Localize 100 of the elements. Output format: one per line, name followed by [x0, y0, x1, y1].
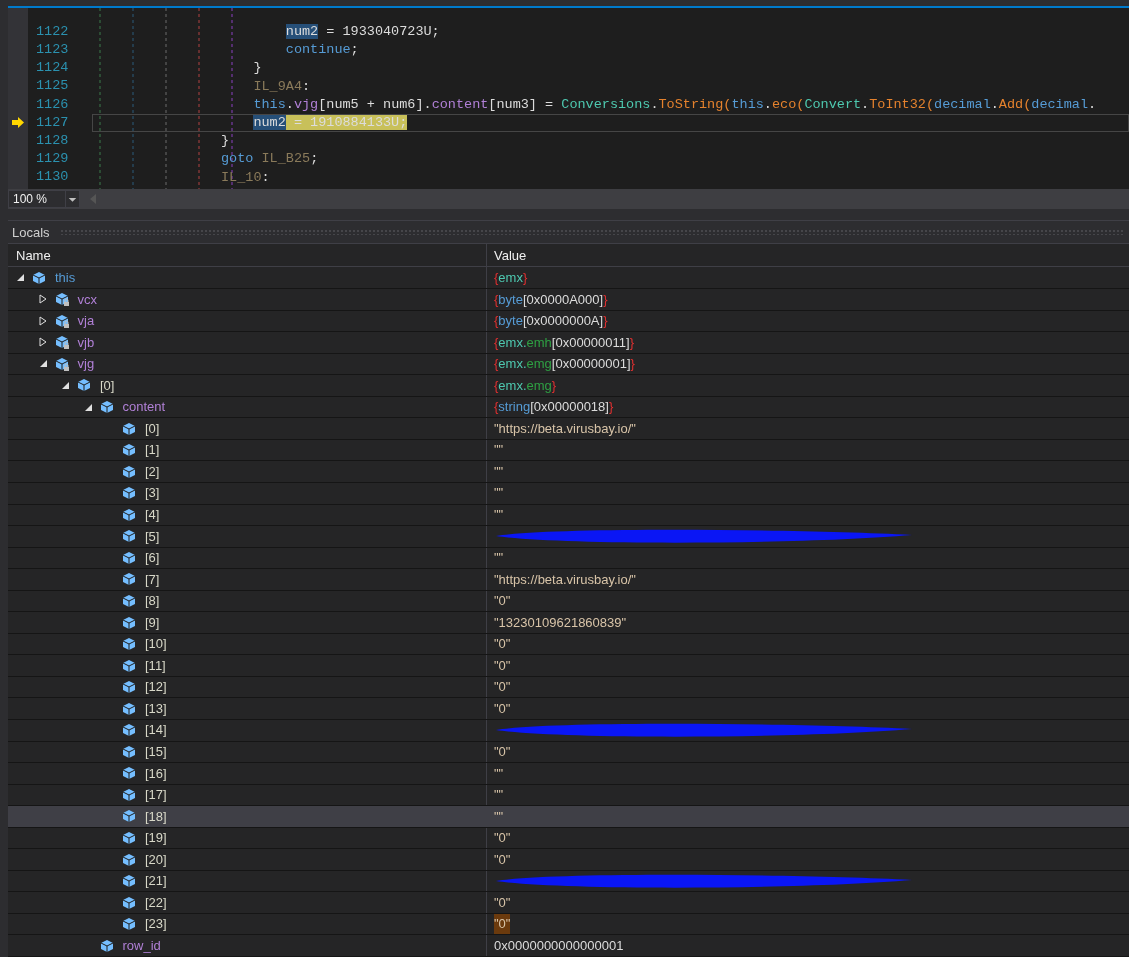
locals-row[interactable]: [5] — [8, 526, 1129, 548]
field-cube-icon — [121, 592, 137, 609]
variable-value: "0" — [494, 850, 511, 869]
code-editor[interactable] — [28, 7, 1129, 189]
collapsed-arrow-icon[interactable] — [38, 337, 47, 348]
variable-name: [2] — [145, 462, 160, 481]
variable-value: "0" — [494, 829, 511, 848]
locals-row[interactable]: [8] "0" — [8, 590, 1129, 613]
variable-name: [23] — [145, 915, 167, 934]
variable-name: [4] — [145, 506, 160, 524]
locals-row[interactable]: [12] "0" — [8, 676, 1129, 699]
field-cube-icon — [121, 700, 137, 717]
locals-row[interactable]: [18] "" — [8, 806, 1129, 828]
expanded-arrow-icon[interactable] — [61, 381, 70, 390]
variable-value: "" — [494, 441, 504, 460]
code-line: this.vjg[num5 + num6].content[num3] = Conversions.ToString(this.eco(Convert.ToInt32(decimal.Add(decimal. — [252, 95, 1098, 114]
code-line: } — [252, 59, 263, 78]
locals-row[interactable]: [1] "" — [8, 439, 1129, 462]
field-cube-icon — [121, 614, 137, 631]
variable-name: [14] — [145, 721, 167, 740]
variable-name: row_id — [122, 936, 161, 955]
locals-row[interactable]: [11] "0" — [8, 655, 1129, 677]
variable-value: "" — [494, 549, 504, 568]
variable-name: [1] — [145, 441, 160, 460]
locals-row[interactable]: [2] "" — [8, 461, 1129, 483]
line-number: 1122 — [35, 22, 70, 41]
code-line: continue; — [284, 41, 360, 60]
zoom-dropdown[interactable]: 100 % — [8, 189, 80, 208]
column-header[interactable]: Value — [487, 244, 1129, 267]
variable-name: vjg — [77, 355, 95, 374]
variable-value: {byte[0x0000A000]} — [494, 290, 608, 309]
variable-name: [22] — [145, 893, 167, 912]
variable-name: [13] — [145, 699, 167, 718]
variable-value: "0" — [494, 678, 511, 697]
field-cube-icon — [121, 873, 137, 890]
dropdown-caret-icon[interactable] — [65, 190, 79, 207]
variable-value: "13230109621860839" — [494, 613, 627, 632]
code-line: IL_9A4: — [252, 77, 312, 96]
locals-row[interactable]: [19] "0" — [8, 827, 1129, 850]
variable-value: "" — [494, 764, 504, 783]
variable-value: {emx.emh[0x00000011]} — [494, 333, 634, 352]
current-line-arrow-icon — [11, 117, 25, 129]
variable-name: [17] — [145, 786, 167, 805]
locals-row[interactable]: this {emx} — [8, 267, 1129, 290]
variable-name: [18] — [145, 807, 167, 826]
variable-name: [7] — [145, 570, 160, 589]
code-line: } — [220, 132, 231, 151]
locals-row[interactable]: vjb {emx.emh[0x00000011]} — [8, 332, 1129, 354]
locals-row[interactable]: [13] "0" — [8, 698, 1129, 720]
variable-name: vcx — [77, 290, 97, 309]
variable-name: [20] — [145, 850, 167, 869]
locals-row[interactable]: [10] "0" — [8, 633, 1129, 656]
locals-row[interactable]: content {string[0x00000018]} — [8, 396, 1129, 419]
variable-name: [10] — [145, 635, 167, 654]
variable-name: [12] — [145, 678, 167, 697]
locals-row[interactable]: vja {byte[0x0000000A]} — [8, 310, 1129, 333]
field-cube-icon — [121, 679, 137, 696]
line-number: 1126 — [35, 95, 70, 114]
variable-value: "" — [494, 807, 504, 826]
locals-row[interactable]: [0] "https://beta.virusbay.io/" — [8, 418, 1129, 440]
variable-name: [9] — [145, 613, 160, 632]
locals-row[interactable]: [16] "" — [8, 763, 1129, 785]
field-cube-icon — [121, 916, 137, 933]
line-number: 1130 — [35, 168, 70, 187]
collapsed-arrow-icon[interactable] — [38, 294, 47, 305]
field-cube-icon — [121, 463, 137, 480]
expanded-arrow-icon[interactable] — [38, 359, 48, 369]
expanded-arrow-icon[interactable] — [83, 402, 93, 412]
locals-row[interactable]: vcx {byte[0x0000A000]} — [8, 289, 1129, 311]
locals-row[interactable]: [0] {emx.emg} — [8, 375, 1129, 397]
field-cube-icon — [121, 657, 137, 674]
locals-row[interactable]: [20] "0" — [8, 849, 1129, 871]
locals-row[interactable]: [15] "0" — [8, 741, 1129, 764]
locals-row[interactable]: [23] "0" — [8, 913, 1129, 936]
collapsed-arrow-icon[interactable] — [38, 315, 47, 326]
variable-value: "0" — [494, 635, 511, 654]
field-cube-icon — [121, 485, 137, 502]
field-cube-icon — [121, 765, 137, 782]
line-number: 1125 — [35, 77, 70, 96]
field-cube-icon — [121, 528, 137, 545]
locals-row[interactable]: [4] "" — [8, 504, 1129, 527]
locals-row[interactable]: [14] — [8, 719, 1129, 742]
locals-row[interactable]: [7] "https://beta.virusbay.io/" — [8, 569, 1129, 591]
field-cube-icon — [121, 743, 137, 760]
field-cube-icon — [121, 851, 137, 868]
private-field-icon — [53, 312, 70, 329]
locals-row[interactable]: [9] "13230109621860839" — [8, 612, 1129, 634]
locals-row[interactable]: row_id 0x0000000000000001 — [8, 935, 1129, 957]
locals-row[interactable]: [6] "" — [8, 547, 1129, 570]
expanded-arrow-icon[interactable] — [16, 273, 25, 283]
field-cube-icon — [121, 829, 137, 846]
column-header[interactable]: Name — [8, 244, 487, 267]
locals-row[interactable]: vjg {emx.emg[0x00000001]} — [8, 353, 1129, 376]
locals-row[interactable]: [17] "" — [8, 784, 1129, 807]
variable-name: [8] — [145, 592, 160, 611]
locals-row[interactable]: [21] — [8, 870, 1129, 893]
field-cube-icon — [121, 506, 137, 523]
locals-row[interactable]: [3] "" — [8, 482, 1129, 505]
locals-row[interactable]: [22] "0" — [8, 892, 1129, 914]
variable-name: [11] — [145, 656, 166, 675]
